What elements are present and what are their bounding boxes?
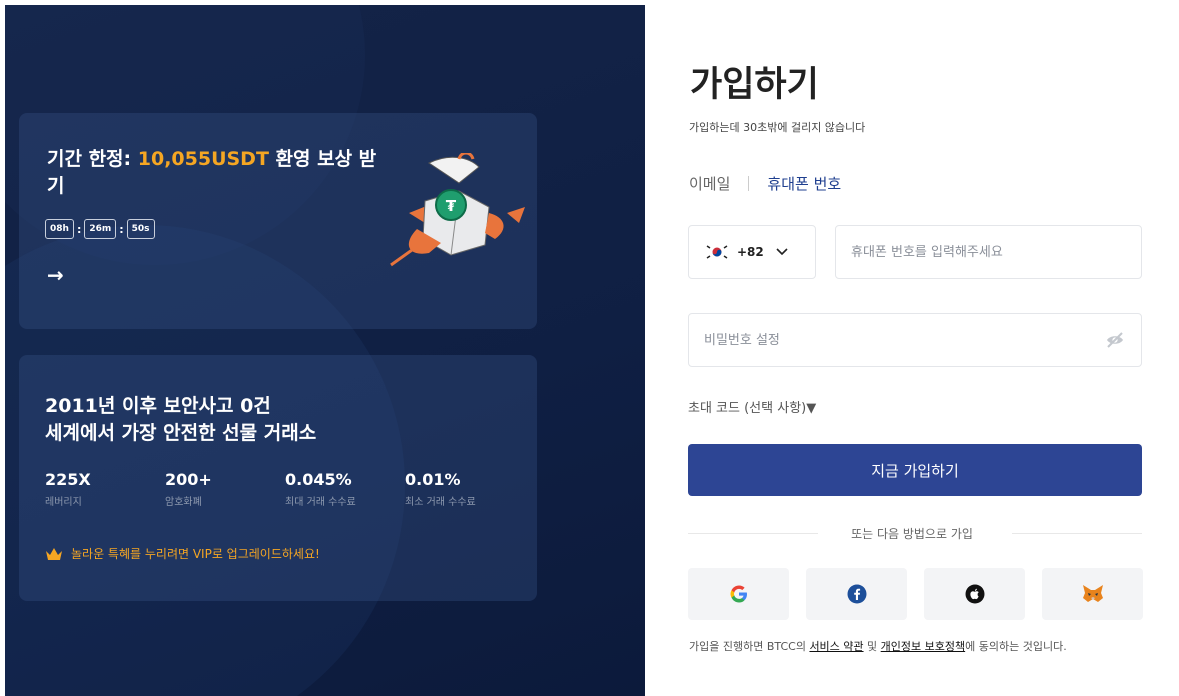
- tab-email[interactable]: 이메일: [689, 173, 730, 194]
- timer-seconds: 50s: [126, 219, 155, 239]
- chevron-down-icon: [776, 248, 788, 256]
- security-title: 2011년 이후 보안사고 0건 세계에서 가장 안전한 선물 거래소: [45, 395, 317, 444]
- vip-upgrade-link[interactable]: 놀라운 특혜를 누리려면 VIP로 업그레이드하세요!: [45, 545, 320, 562]
- google-signup-button[interactable]: [688, 568, 789, 620]
- timer-minutes: 26m: [84, 219, 117, 239]
- promo-card[interactable]: 기간 한정: 10,055USDT 환영 보상 받기 08h : 26m : 5…: [19, 113, 537, 329]
- stat-cryptos: 200+ 암호화폐: [165, 470, 212, 508]
- signup-button[interactable]: 지금 가입하기: [688, 444, 1142, 496]
- promo-panel: 기간 한정: 10,055USDT 환영 보상 받기 08h : 26m : 5…: [5, 5, 645, 696]
- stat-leverage: 225X 레버리지: [45, 470, 91, 508]
- svg-text:₮: ₮: [446, 197, 457, 215]
- tab-divider: [748, 176, 750, 191]
- social-signup-buttons: [688, 568, 1143, 620]
- metamask-icon: [1082, 585, 1103, 602]
- privacy-policy-link[interactable]: 개인정보 보호정책: [881, 640, 965, 653]
- tab-phone[interactable]: 휴대폰 번호: [767, 173, 841, 194]
- apple-signup-button[interactable]: [924, 568, 1025, 620]
- social-divider-text: 또는 다음 방법으로 가입: [645, 525, 1179, 542]
- password-input[interactable]: [688, 313, 1142, 367]
- timer-hours: 08h: [45, 219, 74, 239]
- page-subtitle: 가입하는데 30초밖에 걸리지 않습니다: [689, 121, 866, 134]
- google-icon: [730, 585, 747, 603]
- apple-icon: [965, 584, 984, 604]
- eye-off-icon[interactable]: [1105, 331, 1125, 349]
- country-code-select[interactable]: +82: [688, 225, 816, 279]
- facebook-icon: [847, 584, 866, 604]
- facebook-signup-button[interactable]: [806, 568, 907, 620]
- security-card: 2011년 이후 보안사고 0건 세계에서 가장 안전한 선물 거래소 225X…: [19, 355, 537, 601]
- phone-number-input[interactable]: [835, 225, 1142, 279]
- stat-max-fee: 0.045% 최대 거래 수수료: [285, 470, 356, 508]
- gift-box-illustration: ₮: [390, 153, 525, 267]
- terms-notice: 가입을 진행하면 BTCC의 서비스 약관 및 개인정보 보호정책에 동의하는 …: [689, 640, 1067, 653]
- countdown-timer: 08h : 26m : 50s: [45, 219, 155, 239]
- page-title: 가입하기: [690, 65, 819, 105]
- terms-of-service-link[interactable]: 서비스 약관: [809, 640, 863, 653]
- crown-icon: [46, 547, 62, 560]
- stat-min-fee: 0.01% 최소 거래 수수료: [405, 470, 476, 508]
- signup-method-tabs: 이메일 휴대폰 번호: [689, 173, 841, 194]
- stats-row: 225X 레버리지 200+ 암호화폐 0.045% 최대 거래 수수료 0.0…: [45, 470, 525, 508]
- invite-code-toggle[interactable]: 초대 코드 (선택 사항)▼: [688, 397, 816, 416]
- arrow-right-icon[interactable]: →: [47, 263, 64, 287]
- country-code: +82: [737, 245, 764, 259]
- metamask-signup-button[interactable]: [1042, 568, 1143, 620]
- promo-amount: 10,055USDT: [137, 148, 269, 170]
- signup-panel: 가입하기 가입하는데 30초밖에 걸리지 않습니다 이메일 휴대폰 번호 +82…: [645, 13, 1179, 696]
- promo-title: 기간 한정: 10,055USDT 환영 보상 받기: [47, 148, 377, 197]
- korea-flag-icon: [705, 243, 729, 261]
